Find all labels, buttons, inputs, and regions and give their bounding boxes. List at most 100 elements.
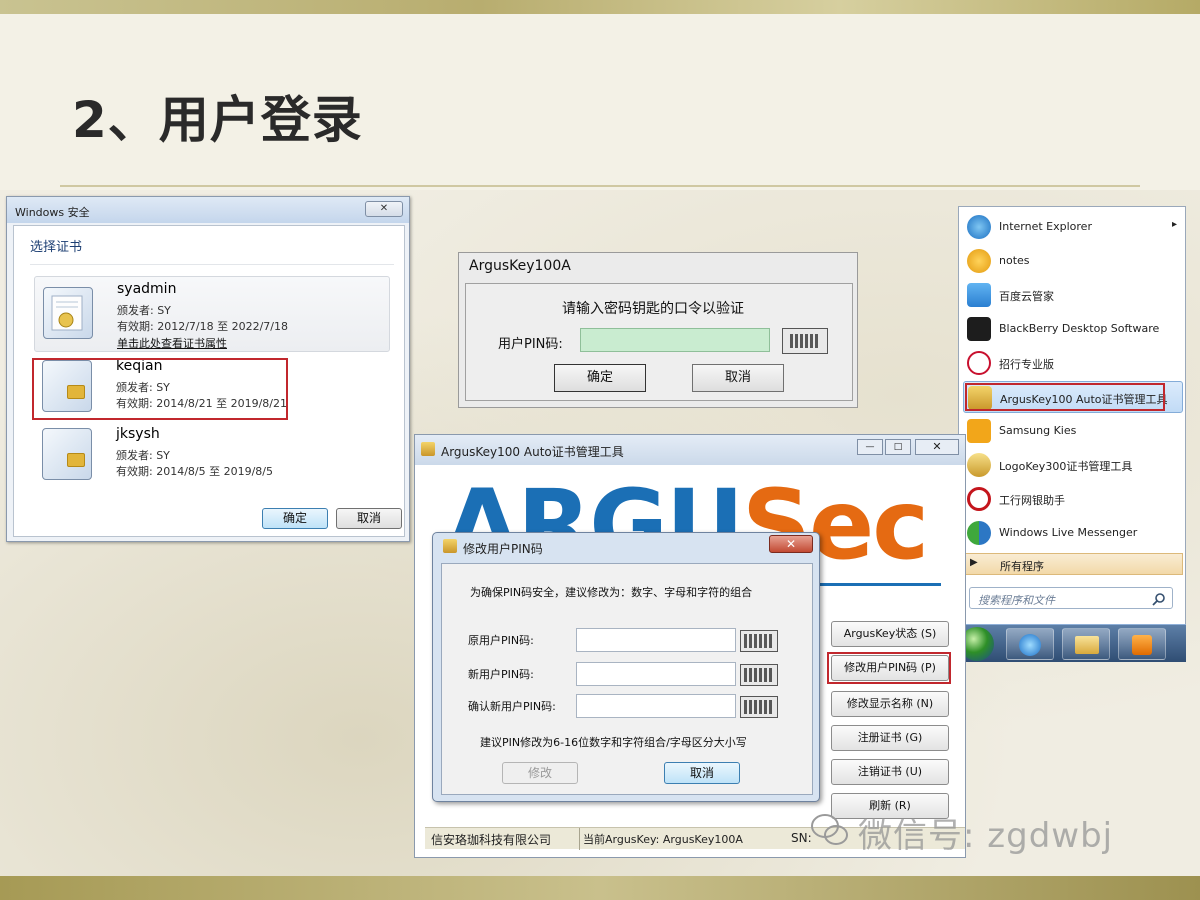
soft-keyboard-icon[interactable] — [782, 328, 828, 354]
arguskey-icon — [443, 539, 457, 553]
cert-item-jksysh[interactable]: jksysh 颁发者: SY 有效期: 2014/8/5 至 2019/8/5 — [34, 422, 390, 492]
user-pin-label: 用户PIN码: — [498, 337, 563, 352]
all-programs-label: 所有程序 — [1000, 560, 1044, 573]
soft-keyboard-icon[interactable] — [740, 664, 778, 686]
highlight-box-change-pin — [827, 652, 951, 684]
arguskey-status-button[interactable]: ArgusKey状态 (S) — [831, 621, 949, 647]
bottom-decor-band — [0, 876, 1200, 900]
windows-security-dialog: Windows 安全 ✕ 选择证书 syadmin 颁发者: SY 有效期: 2… — [6, 196, 410, 542]
start-search-input[interactable]: 搜索程序和文件 — [969, 587, 1173, 609]
start-item-cmb[interactable]: 招行专业版 — [963, 347, 1183, 379]
modify-pin-button[interactable]: 修改 — [502, 762, 578, 784]
start-item-baidu-cloud[interactable]: 百度云管家 — [963, 279, 1183, 311]
certificate-seal-icon — [43, 287, 93, 339]
cert-name: jksysh — [116, 426, 160, 442]
arguskey-prompt: 请输入密码钥匙的口令以验证 — [562, 301, 744, 317]
baidu-cloud-icon — [967, 283, 991, 307]
slide-title: 2、用户登录 — [72, 91, 363, 149]
old-pin-input[interactable] — [576, 628, 736, 652]
status-sn: SN: — [791, 831, 812, 845]
manager-title-bar: ArgusKey100 Auto证书管理工具 — □ ✕ — [415, 435, 965, 465]
close-icon[interactable]: ✕ — [915, 439, 959, 455]
start-item-kies[interactable]: Samsung Kies — [963, 415, 1183, 447]
pin-close-button[interactable]: ✕ — [769, 535, 813, 553]
change-display-name-button[interactable]: 修改显示名称 (N) — [831, 691, 949, 717]
confirm-pin-label: 确认新用户PIN码: — [468, 700, 556, 713]
start-menu: Internet Explorer ▸ notes 百度云管家 BlackBer… — [958, 206, 1186, 662]
cert-name: syadmin — [117, 281, 177, 297]
start-item-label: 百度云管家 — [999, 290, 1054, 303]
start-item-label: Samsung Kies — [999, 424, 1077, 437]
start-item-label: Internet Explorer — [999, 220, 1092, 233]
security-close-button[interactable]: ✕ — [365, 201, 403, 217]
new-pin-input[interactable] — [576, 662, 736, 686]
start-item-label: notes — [999, 254, 1030, 267]
cert-validity: 有效期: 2012/7/18 至 2022/7/18 — [117, 320, 288, 333]
pin-dialog-body: 为确保PIN码安全，建议修改为：数字、字母和字符的组合 原用户PIN码: 新用户… — [441, 563, 813, 795]
security-ok-button[interactable]: 确定 — [262, 508, 328, 529]
taskbar-explorer-button[interactable] — [1062, 628, 1110, 660]
pin-dialog-title: 修改用户PIN码 — [463, 542, 543, 556]
icbc-icon — [967, 487, 991, 511]
arguskey-pin-dialog: ArgusKey100A 请输入密码钥匙的口令以验证 用户PIN码: 确定 取消 — [458, 252, 858, 408]
search-icon — [1152, 593, 1165, 606]
cert-properties-link[interactable]: 单击此处查看证书属性 — [117, 335, 227, 351]
all-programs-arrow-icon: ▶ — [970, 557, 978, 568]
select-cert-heading: 选择证书 — [30, 240, 83, 255]
start-item-ie[interactable]: Internet Explorer ▸ — [963, 211, 1183, 243]
logo-ec: ec — [809, 469, 929, 581]
maximize-icon[interactable]: □ — [885, 439, 911, 455]
unregister-cert-button[interactable]: 注销证书 (U) — [831, 759, 949, 785]
old-pin-label: 原用户PIN码: — [468, 634, 534, 647]
highlight-box-keqian — [32, 358, 288, 420]
cert-issuer: 颁发者: SY — [117, 304, 171, 317]
start-item-messenger[interactable]: Windows Live Messenger — [963, 517, 1183, 549]
all-programs-item[interactable]: ▶ 所有程序 — [963, 553, 1183, 575]
cert-validity: 有效期: 2014/8/5 至 2019/8/5 — [116, 465, 274, 478]
wechat-watermark: 微信号: zgdwbj — [858, 816, 1114, 856]
arguskey-dialog-body: 请输入密码钥匙的口令以验证 用户PIN码: 确定 取消 — [465, 283, 853, 401]
start-item-logokey[interactable]: LogoKey300证书管理工具 — [963, 449, 1183, 481]
start-item-label: LogoKey300证书管理工具 — [999, 460, 1133, 473]
security-body: 选择证书 syadmin 颁发者: SY 有效期: 2012/7/18 至 20… — [13, 225, 405, 537]
start-item-label: 工行网银助手 — [999, 494, 1065, 507]
smartcard-cert-icon — [42, 428, 92, 480]
user-pin-input[interactable] — [580, 328, 770, 352]
arguskey-ok-button[interactable]: 确定 — [554, 364, 646, 392]
start-item-icbc[interactable]: 工行网银助手 — [963, 483, 1183, 515]
taskbar — [958, 624, 1186, 662]
new-pin-label: 新用户PIN码: — [468, 668, 534, 681]
arguskey-icon — [421, 442, 435, 456]
submenu-arrow-icon: ▸ — [1171, 219, 1177, 230]
confirm-pin-input[interactable] — [576, 694, 736, 718]
start-item-label: Windows Live Messenger — [999, 526, 1138, 539]
cert-item-syadmin[interactable]: syadmin 颁发者: SY 有效期: 2012/7/18 至 2022/7/… — [34, 276, 390, 352]
notes-icon — [967, 249, 991, 273]
wechat-icon — [810, 810, 850, 850]
security-window-title: Windows 安全 — [15, 206, 90, 219]
arguskey-cancel-button[interactable]: 取消 — [692, 364, 784, 392]
heading-divider — [30, 264, 394, 265]
pin-cancel-button[interactable]: 取消 — [664, 762, 740, 784]
ie-icon — [967, 215, 991, 239]
top-decor-band — [0, 0, 1200, 14]
start-item-notes[interactable]: notes — [963, 245, 1183, 277]
arguskey-dialog-title: ArgusKey100A — [469, 258, 571, 274]
soft-keyboard-icon[interactable] — [740, 696, 778, 718]
minimize-icon[interactable]: — — [857, 439, 883, 455]
pin-hint: 建议PIN修改为6-16位数字和字符组合/字母区分大小写 — [480, 736, 747, 749]
security-title-bar: Windows 安全 — [7, 197, 409, 223]
messenger-icon — [967, 521, 991, 545]
modify-pin-dialog: 修改用户PIN码 ✕ 为确保PIN码安全，建议修改为：数字、字母和字符的组合 原… — [432, 532, 820, 802]
cert-issuer: 颁发者: SY — [116, 449, 170, 462]
register-cert-button[interactable]: 注册证书 (G) — [831, 725, 949, 751]
manager-window-title: ArgusKey100 Auto证书管理工具 — [441, 445, 624, 459]
taskbar-ie-button[interactable] — [1006, 628, 1054, 660]
start-item-blackberry[interactable]: BlackBerry Desktop Software — [963, 313, 1183, 345]
media-player-icon — [1132, 635, 1152, 655]
status-divider — [579, 828, 580, 850]
title-divider — [60, 185, 1140, 187]
taskbar-media-button[interactable] — [1118, 628, 1166, 660]
security-cancel-button[interactable]: 取消 — [336, 508, 402, 529]
soft-keyboard-icon[interactable] — [740, 630, 778, 652]
